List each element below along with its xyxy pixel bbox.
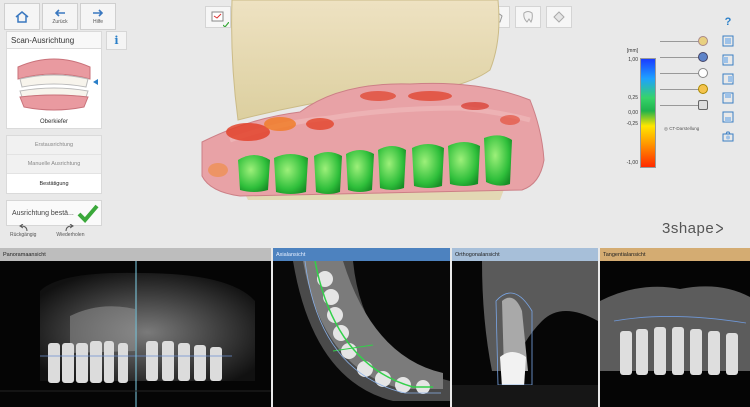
jaw-arrow-icon	[93, 79, 98, 85]
axial-image	[273, 260, 450, 407]
view-right-icon[interactable]	[722, 73, 734, 85]
confirm-alignment-button[interactable]: Ausrichtung bestä...	[6, 200, 102, 226]
undo-label: Rückgängig	[10, 232, 37, 238]
right-toolbar: ?	[722, 16, 734, 142]
undo-icon	[19, 224, 28, 232]
axial-view[interactable]: Axialansicht	[273, 248, 450, 407]
legend-tick-upper: 0,25	[628, 95, 638, 101]
3d-viewport[interactable]	[130, 0, 610, 248]
color-scale-legend	[640, 58, 656, 168]
slider-scan[interactable]	[660, 50, 710, 66]
tangential-view[interactable]: Tangentialansicht	[600, 248, 750, 407]
tangential-image	[600, 261, 750, 407]
ct-label: CT-Darstellung	[669, 126, 700, 131]
help-label: Hilfe	[92, 18, 103, 25]
visibility-sliders	[660, 34, 710, 114]
slider-tooth[interactable]	[660, 66, 710, 82]
help-button[interactable]: Hilfe	[80, 3, 116, 30]
screenshot-icon[interactable]	[722, 130, 734, 142]
undo-redo-bar: Rückgängig Wiederholen	[10, 224, 84, 238]
confirm-label: Ausrichtung bestä...	[12, 209, 74, 217]
home-button[interactable]	[4, 3, 40, 30]
step-confirm[interactable]: Bestätigung	[7, 174, 101, 193]
arrow-right-icon	[93, 8, 104, 17]
back-button[interactable]: Zurück	[42, 3, 78, 30]
panorama-image	[0, 261, 271, 407]
tangential-view-title: Tangentialansicht	[600, 248, 750, 261]
undo-button[interactable]: Rückgängig	[10, 224, 36, 238]
orthogonal-view-title: Orthogonalansicht	[452, 248, 598, 261]
redo-button[interactable]: Wiederholen	[56, 224, 84, 238]
redo-icon	[65, 224, 75, 232]
axial-view-title: Axialansicht	[273, 248, 450, 261]
brand-name: 3shape	[662, 220, 715, 237]
panel-title: Scan-Ausrichtung	[6, 31, 102, 49]
info-icon: i	[114, 34, 119, 47]
brand-arrow-icon	[716, 224, 724, 233]
orthogonal-view[interactable]: Orthogonalansicht	[452, 248, 598, 407]
checkmark-icon	[77, 204, 99, 223]
nav-buttons: Zurück Hilfe	[4, 3, 116, 30]
slider-gum[interactable]	[660, 82, 710, 98]
help-icon[interactable]: ?	[722, 16, 734, 28]
legend-tick-zero: 0,00	[628, 110, 638, 116]
step-manual[interactable]: Manuelle Ausrichtung	[7, 155, 101, 174]
back-label: Zurück	[52, 18, 68, 25]
upper-jaw-icon	[17, 58, 91, 111]
arrow-left-icon	[54, 8, 65, 17]
home-icon	[15, 10, 29, 23]
view-front-icon[interactable]	[722, 35, 734, 47]
legend-tick-min: -1,00	[626, 160, 638, 166]
step-initial[interactable]: Erstausrichtung	[7, 136, 101, 155]
panorama-view-title: Panoramaansicht	[0, 248, 271, 261]
slider-ct[interactable]	[660, 98, 710, 114]
scan-alignment-panel: Scan-Ausrichtung Oberkiefer Erstausricht…	[6, 31, 102, 226]
legend-tick-max: 1,00	[628, 57, 638, 63]
view-top-icon[interactable]	[722, 92, 734, 104]
jaw-caption: Oberkiefer	[39, 119, 68, 125]
slider-bone[interactable]	[660, 34, 710, 50]
legend-tick-lower: -0,25	[626, 121, 638, 127]
redo-label: Wiederholen	[56, 232, 85, 238]
view-left-icon[interactable]	[722, 54, 734, 66]
jaw-selector[interactable]: Oberkiefer	[6, 49, 102, 129]
ct-view-toggle[interactable]: ◎ CT-Darstellung	[664, 126, 699, 132]
alignment-steps: Erstausrichtung Manuelle Ausrichtung Bes…	[6, 135, 102, 194]
panorama-view[interactable]: Panoramaansicht	[0, 248, 271, 407]
legend-unit: [mm]	[626, 48, 638, 54]
view-bottom-icon[interactable]	[722, 111, 734, 123]
info-button[interactable]: i	[106, 31, 127, 50]
orthogonal-image	[452, 261, 598, 407]
jaw-3d-model	[201, 0, 545, 200]
brand-logo: 3shape	[662, 220, 724, 237]
